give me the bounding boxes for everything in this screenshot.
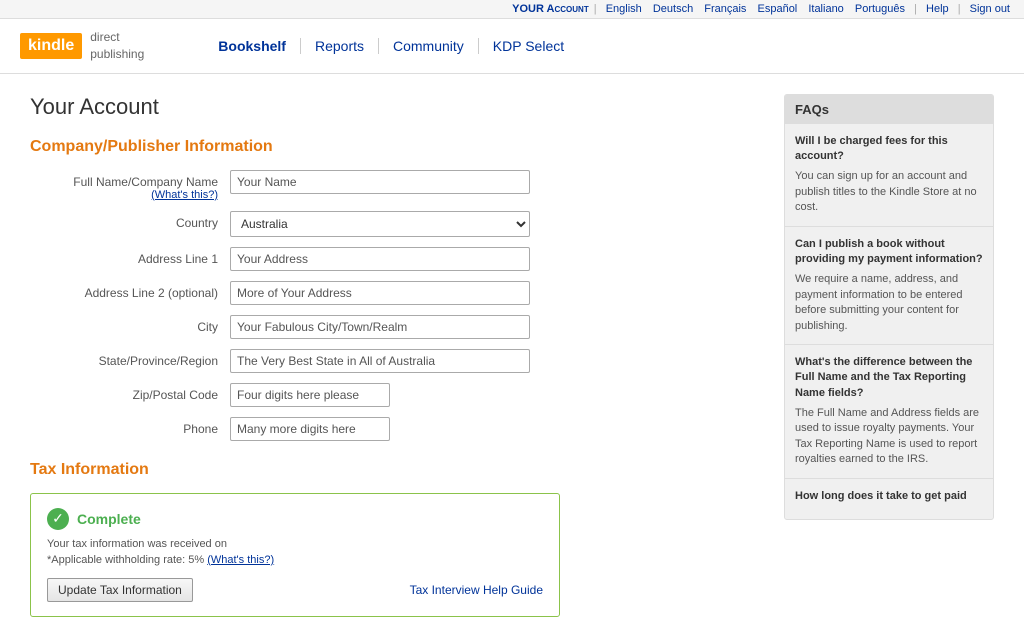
- input-phone[interactable]: [230, 417, 390, 441]
- form-row-fullname: Full Name/Company Name (What's this?): [30, 170, 764, 201]
- whats-this-fullname[interactable]: (What's this?): [30, 189, 218, 201]
- header: kindle directpublishing Bookshelf Report…: [0, 19, 1024, 74]
- checkmark-icon: ✓: [47, 508, 69, 530]
- tax-heading: Tax Information: [30, 461, 764, 479]
- nav-community[interactable]: Community: [379, 38, 479, 54]
- nav-bookshelf[interactable]: Bookshelf: [204, 38, 301, 54]
- input-fullname[interactable]: [230, 170, 530, 194]
- lang-italiano[interactable]: Italiano: [808, 3, 843, 15]
- label-phone: Phone: [30, 417, 230, 436]
- control-zip: [230, 383, 530, 407]
- sign-out-link[interactable]: Sign out: [970, 3, 1010, 15]
- control-country: Australia United States United Kingdom: [230, 211, 530, 237]
- logo-text: directpublishing: [90, 29, 144, 63]
- whats-this-tax[interactable]: (What's this?): [207, 554, 274, 566]
- form-row-phone: Phone: [30, 417, 764, 441]
- separator2: |: [914, 3, 917, 15]
- page-title: Your Account: [30, 94, 764, 120]
- label-city: City: [30, 315, 230, 334]
- lang-francais[interactable]: Français: [704, 3, 746, 15]
- top-bar: YOUR Account | English Deutsch Français …: [0, 0, 1024, 19]
- select-country[interactable]: Australia United States United Kingdom: [230, 211, 530, 237]
- tax-complete-row: ✓ Complete: [47, 508, 543, 530]
- form-row-address2: Address Line 2 (optional): [30, 281, 764, 305]
- form-row-country: Country Australia United States United K…: [30, 211, 764, 237]
- input-state[interactable]: [230, 349, 530, 373]
- control-address2: [230, 281, 530, 305]
- faq-item-1: Will I be charged fees for this account?…: [785, 124, 993, 227]
- separator3: |: [958, 3, 961, 15]
- lang-deutsch[interactable]: Deutsch: [653, 3, 693, 15]
- help-link[interactable]: Help: [926, 3, 949, 15]
- label-address1: Address Line 1: [30, 247, 230, 266]
- lang-portugues[interactable]: Português: [855, 3, 905, 15]
- input-address1[interactable]: [230, 247, 530, 271]
- control-state: [230, 349, 530, 373]
- label-fullname: Full Name/Company Name (What's this?): [30, 170, 230, 201]
- label-zip: Zip/Postal Code: [30, 383, 230, 402]
- faq-question-2: Can I publish a book without providing m…: [795, 237, 983, 268]
- label-address2: Address Line 2 (optional): [30, 281, 230, 300]
- faq-answer-2: We require a name, address, and payment …: [795, 272, 983, 334]
- control-phone: [230, 417, 530, 441]
- faq-question-3: What's the difference between the Full N…: [795, 355, 983, 401]
- your-account-link[interactable]: YOUR Account: [512, 3, 589, 15]
- input-city[interactable]: [230, 315, 530, 339]
- form-row-address1: Address Line 1: [30, 247, 764, 271]
- faq-box: FAQs Will I be charged fees for this acc…: [784, 94, 994, 520]
- tax-box: ✓ Complete Your tax information was rece…: [30, 493, 560, 617]
- lang-english[interactable]: English: [606, 3, 642, 15]
- faq-answer-3: The Full Name and Address fields are use…: [795, 406, 983, 468]
- input-address2[interactable]: [230, 281, 530, 305]
- kindle-logo: kindle: [20, 33, 82, 59]
- form-row-city: City: [30, 315, 764, 339]
- tax-section: Tax Information ✓ Complete Your tax info…: [30, 461, 764, 617]
- control-fullname: [230, 170, 530, 194]
- label-state: State/Province/Region: [30, 349, 230, 368]
- label-country: Country: [30, 211, 230, 230]
- update-tax-button[interactable]: Update Tax Information: [47, 578, 193, 602]
- tax-rate-text: *Applicable withholding rate: 5% (What's…: [47, 554, 543, 566]
- control-city: [230, 315, 530, 339]
- tax-help-link[interactable]: Tax Interview Help Guide: [410, 583, 543, 597]
- sidebar: FAQs Will I be charged fees for this acc…: [784, 94, 994, 617]
- page-content: Your Account Company/Publisher Informati…: [0, 74, 1024, 637]
- company-section: Company/Publisher Information Full Name/…: [30, 138, 764, 441]
- nav-reports[interactable]: Reports: [301, 38, 379, 54]
- logo-area: kindle directpublishing: [20, 29, 144, 63]
- control-address1: [230, 247, 530, 271]
- form-row-state: State/Province/Region: [30, 349, 764, 373]
- faq-question-4: How long does it take to get paid: [795, 489, 983, 504]
- separator: |: [594, 3, 597, 15]
- faq-item-2: Can I publish a book without providing m…: [785, 227, 993, 345]
- lang-espanol[interactable]: Español: [758, 3, 798, 15]
- faq-header: FAQs: [785, 95, 993, 124]
- main-nav: Bookshelf Reports Community KDP Select: [204, 38, 578, 54]
- faq-answer-1: You can sign up for an account and publi…: [795, 169, 983, 215]
- form-row-zip: Zip/Postal Code: [30, 383, 764, 407]
- main-area: Your Account Company/Publisher Informati…: [30, 94, 764, 617]
- tax-actions: Update Tax Information Tax Interview Hel…: [47, 578, 543, 602]
- faq-question-1: Will I be charged fees for this account?: [795, 134, 983, 165]
- company-heading: Company/Publisher Information: [30, 138, 764, 156]
- tax-complete-label: Complete: [77, 511, 141, 527]
- nav-kdp-select[interactable]: KDP Select: [479, 38, 578, 54]
- input-zip[interactable]: [230, 383, 390, 407]
- faq-item-4: How long does it take to get paid: [785, 479, 993, 519]
- faq-item-3: What's the difference between the Full N…: [785, 345, 993, 479]
